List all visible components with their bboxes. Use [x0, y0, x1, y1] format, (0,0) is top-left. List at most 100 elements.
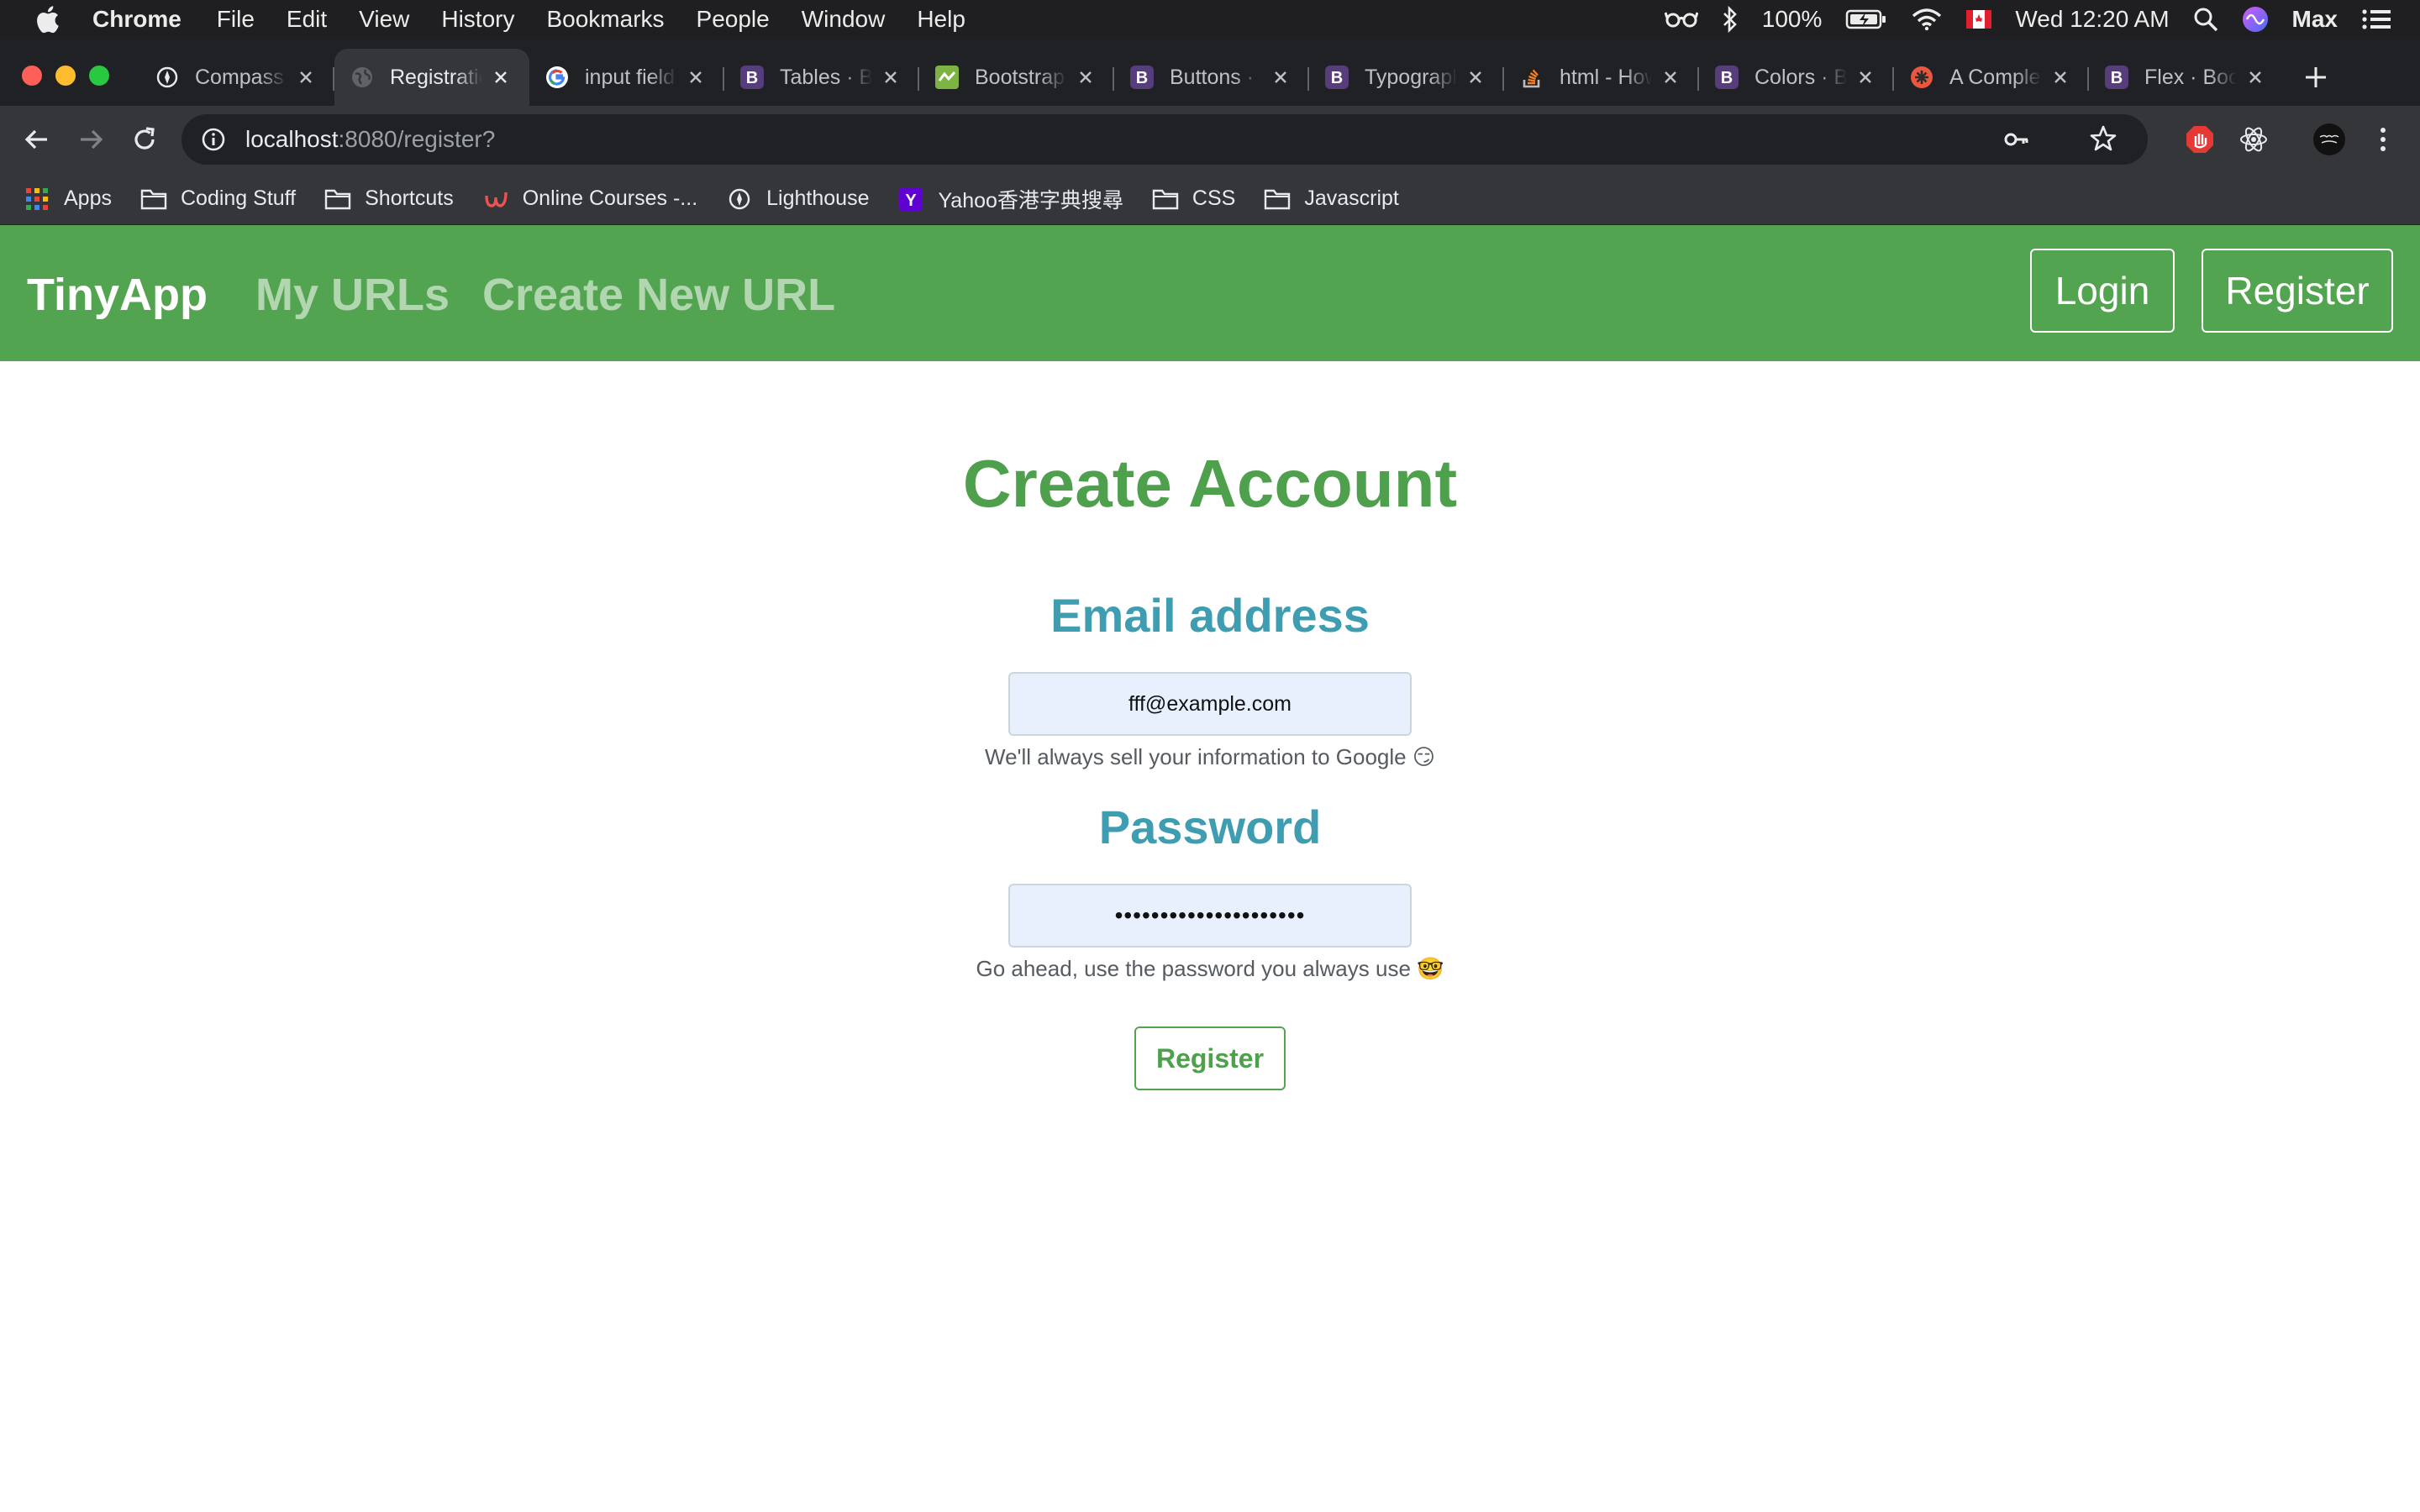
svg-text:B: B: [1331, 69, 1343, 87]
reload-icon[interactable]: [128, 123, 161, 156]
tab-title: Colors · Bootstrap: [1754, 65, 1847, 89]
url-host: localhost: [245, 126, 339, 152]
browser-tab[interactable]: B Flex · Bootstrap: [2089, 49, 2284, 106]
bookmark-folder-shortcuts[interactable]: Shortcuts: [324, 186, 454, 213]
bookmark-label: Online Courses -...: [522, 186, 698, 210]
bootstrap-icon: B: [739, 65, 765, 90]
menu-people[interactable]: People: [697, 6, 770, 33]
browser-tab[interactable]: A Complete: [1894, 49, 2089, 106]
menu-edit[interactable]: Edit: [287, 6, 327, 33]
close-tab-icon[interactable]: [1660, 67, 1681, 87]
address-url[interactable]: localhost:8080/register?: [245, 126, 495, 153]
close-tab-icon[interactable]: [2245, 67, 2265, 87]
url-path: :8080/register?: [338, 126, 496, 152]
wifi-icon[interactable]: [1911, 8, 1943, 31]
nav-link-my-urls[interactable]: My URLs: [255, 269, 450, 321]
menu-bookmarks[interactable]: Bookmarks: [546, 6, 664, 33]
saved-password-key-icon[interactable]: [2003, 126, 2030, 157]
bookmark-label: Yahoo香港字典搜尋: [938, 188, 1123, 213]
window-close-button[interactable]: [22, 66, 42, 86]
menu-file[interactable]: File: [217, 6, 255, 33]
bootstrap-icon: B: [1324, 65, 1349, 90]
close-tab-icon[interactable]: [1855, 67, 1876, 87]
bookmark-folder-coding-stuff[interactable]: Coding Stuff: [140, 186, 296, 213]
bookmark-lighthouse[interactable]: Lighthouse: [726, 186, 869, 213]
chrome-menu-kebab-icon[interactable]: [2366, 123, 2400, 156]
close-tab-icon[interactable]: [881, 67, 901, 87]
browser-tab[interactable]: input field: [529, 49, 724, 106]
google-icon: [544, 65, 570, 90]
browser-tab[interactable]: B Tables · Bootstrap: [724, 49, 919, 106]
bookmark-online-courses[interactable]: Online Courses -...: [482, 186, 697, 213]
notification-center-icon[interactable]: [2361, 8, 2391, 31]
folder-icon: [1264, 186, 1291, 213]
canada-flag-icon[interactable]: [1966, 10, 1992, 29]
browser-tab-active[interactable]: Registration: [334, 49, 529, 106]
bookmark-folder-css[interactable]: CSS: [1152, 186, 1235, 213]
menu-help[interactable]: Help: [917, 6, 965, 33]
back-arrow-icon[interactable]: [20, 123, 54, 156]
menubar-user[interactable]: Max: [2292, 6, 2338, 33]
bookmark-yahoo[interactable]: Y Yahoo香港字典搜尋: [897, 184, 1123, 214]
tab-title: Tables · Bootstrap: [780, 65, 872, 89]
close-tab-icon[interactable]: [491, 67, 511, 87]
navbar-brand[interactable]: TinyApp: [27, 269, 208, 321]
profile-avatar[interactable]: [2312, 123, 2346, 156]
menu-view[interactable]: View: [359, 6, 409, 33]
menu-app-name[interactable]: Chrome: [92, 6, 182, 33]
close-tab-icon[interactable]: [1076, 67, 1096, 87]
menu-window[interactable]: Window: [802, 6, 886, 33]
new-tab-plus-icon[interactable]: [2297, 59, 2334, 96]
browser-tab[interactable]: B Buttons · Bootstrap: [1114, 49, 1309, 106]
tab-list: Compass Registration input field B Table…: [139, 49, 2284, 106]
window-minimize-button[interactable]: [55, 66, 76, 86]
password-help-text: Go ahead, use the password you always us…: [976, 956, 1444, 981]
yahoo-icon: Y: [897, 186, 924, 213]
email-label: Email address: [1050, 589, 1370, 642]
tab-title: A Complete: [1949, 65, 2042, 89]
bookmark-folder-javascript[interactable]: Javascript: [1264, 186, 1399, 213]
login-button[interactable]: Login: [2030, 249, 2175, 333]
compass-icon: [155, 65, 180, 90]
address-bar[interactable]: localhost:8080/register?: [182, 114, 2148, 165]
password-label: Password: [1098, 801, 1322, 853]
battery-percent: 100%: [1761, 6, 1823, 32]
browser-tab[interactable]: B Colors · Bootstrap: [1699, 49, 1894, 106]
browser-tab[interactable]: Bootstrap: [919, 49, 1114, 106]
browser-tab[interactable]: B Typography: [1309, 49, 1504, 106]
bookmark-apps[interactable]: Apps: [24, 186, 112, 213]
react-devtools-icon[interactable]: [2237, 123, 2270, 156]
bookmark-label: CSS: [1192, 186, 1236, 210]
battery-icon[interactable]: [1845, 8, 1887, 30]
email-field[interactable]: fff@example.com: [1008, 672, 1412, 736]
page-title: Create Account: [962, 446, 1458, 521]
spotlight-search-icon[interactable]: [2193, 7, 2218, 32]
menu-history[interactable]: History: [441, 6, 514, 33]
register-submit-button[interactable]: Register: [1134, 1026, 1286, 1090]
close-tab-icon[interactable]: [1465, 67, 1486, 87]
udemy-icon: [482, 186, 509, 213]
menubar-clock[interactable]: Wed 12:20 AM: [2015, 6, 2169, 33]
folder-icon: [324, 186, 351, 213]
password-field[interactable]: •••••••••••••••••••••: [1008, 884, 1412, 948]
tab-title: Flex · Bootstrap: [2144, 65, 2237, 89]
adblock-extension-icon[interactable]: [2183, 123, 2217, 156]
close-tab-icon[interactable]: [1270, 67, 1291, 87]
browser-tab[interactable]: Compass: [139, 49, 334, 106]
navbar-register-button[interactable]: Register: [2202, 249, 2393, 333]
forward-arrow-icon[interactable]: [74, 123, 108, 156]
reading-glasses-icon[interactable]: [1664, 9, 1698, 29]
bookmark-star-icon[interactable]: [2089, 124, 2118, 157]
nav-link-create-new-url[interactable]: Create New URL: [482, 269, 835, 321]
site-info-icon[interactable]: [198, 124, 229, 155]
close-tab-icon[interactable]: [296, 67, 316, 87]
bookmark-label: Javascript: [1304, 186, 1399, 210]
close-tab-icon[interactable]: [686, 67, 706, 87]
close-tab-icon[interactable]: [2050, 67, 2070, 87]
browser-tab[interactable]: html - How: [1504, 49, 1699, 106]
window-zoom-button[interactable]: [89, 66, 109, 86]
folder-icon: [1152, 186, 1179, 213]
apple-menu-icon[interactable]: [32, 4, 62, 34]
siri-icon[interactable]: [2242, 6, 2269, 33]
bluetooth-icon[interactable]: [1722, 6, 1739, 33]
